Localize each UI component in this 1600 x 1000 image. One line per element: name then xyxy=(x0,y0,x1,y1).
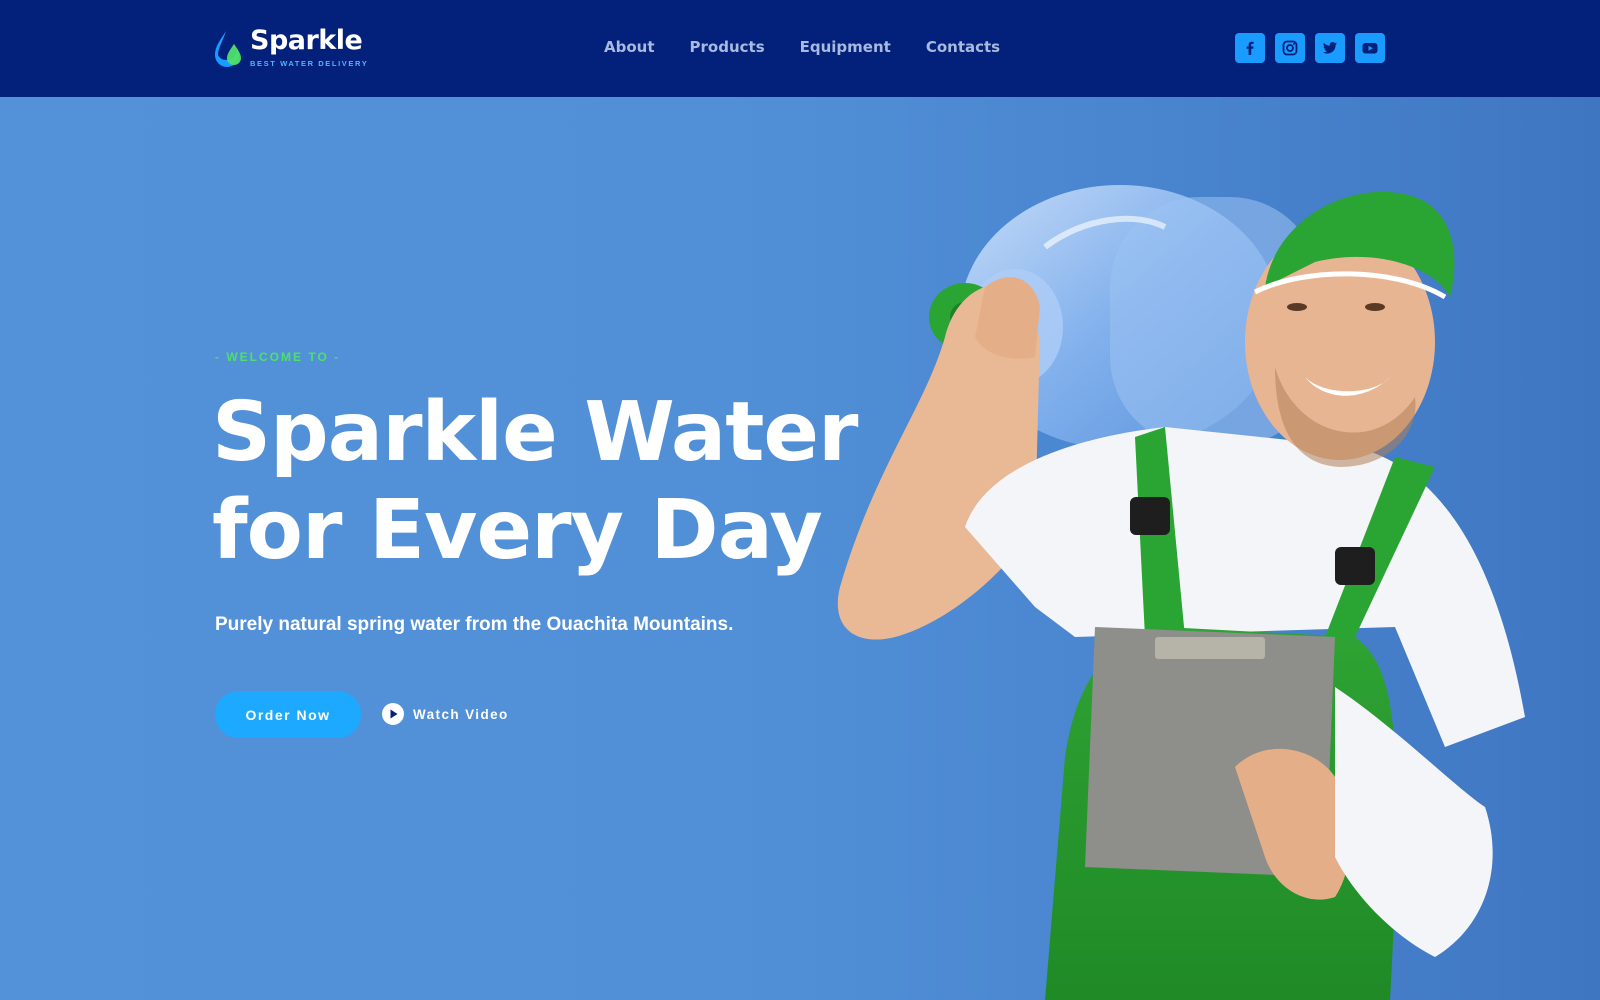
nav-contacts[interactable]: Contacts xyxy=(926,38,1000,56)
brand-name: Sparkle xyxy=(250,25,363,56)
watch-video-link[interactable]: Watch Video xyxy=(382,703,509,725)
hero-headline: Sparkle Water for Every Day xyxy=(212,384,892,580)
brand-tagline: BEST WATER DELIVERY xyxy=(250,59,369,68)
hero-section: - WELCOME TO - Sparkle Water for Every D… xyxy=(0,97,1600,1000)
youtube-icon xyxy=(1362,43,1378,54)
nav-products[interactable]: Products xyxy=(690,38,765,56)
facebook-icon xyxy=(1246,41,1254,55)
play-icon xyxy=(382,703,404,725)
facebook-button[interactable] xyxy=(1235,33,1265,63)
hero-eyebrow: - WELCOME TO - xyxy=(215,350,341,364)
twitter-button[interactable] xyxy=(1315,33,1345,63)
headline-line-1: Sparkle Water xyxy=(212,385,858,480)
twitter-icon xyxy=(1323,42,1337,54)
nav-equipment[interactable]: Equipment xyxy=(800,38,891,56)
instagram-button[interactable] xyxy=(1275,33,1305,63)
headline-line-2: for Every Day xyxy=(212,483,823,578)
delivery-man-photo xyxy=(837,185,1525,1000)
site-header: Sparkle BEST WATER DELIVERY About Produc… xyxy=(0,0,1600,97)
logo[interactable]: Sparkle BEST WATER DELIVERY xyxy=(212,26,368,70)
youtube-button[interactable] xyxy=(1355,33,1385,63)
hero-subtext: Purely natural spring water from the Oua… xyxy=(215,614,734,635)
order-now-button[interactable]: Order Now xyxy=(215,691,361,738)
main-nav: About Products Equipment Contacts xyxy=(604,38,1035,56)
water-drop-icon xyxy=(215,31,241,67)
nav-about[interactable]: About xyxy=(604,38,655,56)
instagram-icon xyxy=(1282,40,1298,56)
social-links xyxy=(1235,33,1395,63)
watch-video-label: Watch Video xyxy=(413,706,509,722)
